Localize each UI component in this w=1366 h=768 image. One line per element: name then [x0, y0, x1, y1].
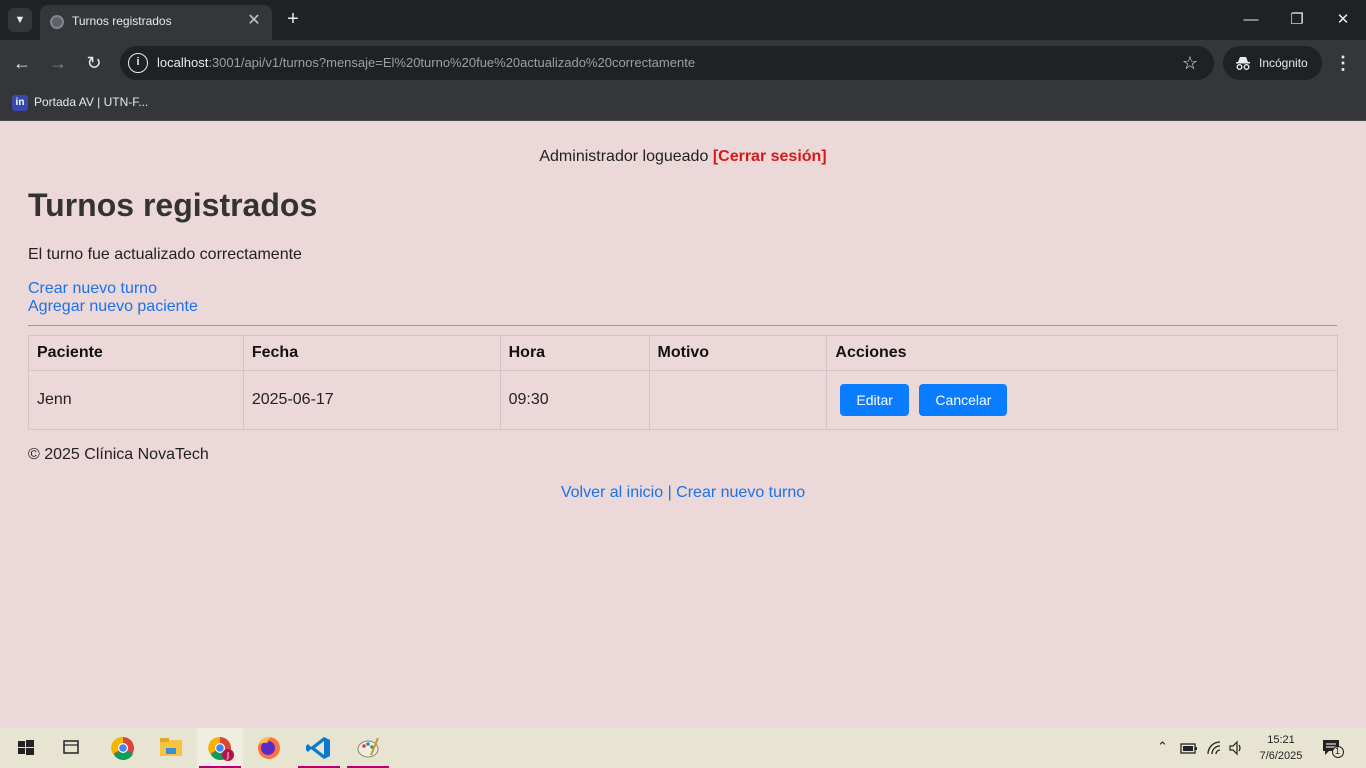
cell-motivo — [648, 370, 828, 430]
chrome-profile-icon[interactable]: J — [197, 728, 243, 768]
file-explorer-icon[interactable] — [148, 728, 194, 768]
cell-fecha: 2025-06-17 — [242, 370, 501, 430]
tab-search-chevron-icon[interactable]: ▼ — [8, 8, 32, 32]
tab-favicon-icon — [50, 15, 64, 29]
svg-text:J: J — [226, 751, 229, 760]
bottom-create-turn-link[interactable]: Crear nuevo turno — [676, 484, 805, 501]
tab-title: Turnos registrados — [72, 14, 172, 28]
footer-copyright: © 2025 Clínica NovaTech — [28, 446, 209, 463]
browser-toolbar: ← → ↻ i localhost:3001/api/v1/turnos?men… — [0, 40, 1366, 86]
address-bar[interactable]: i localhost:3001/api/v1/turnos?mensaje=E… — [120, 46, 1214, 80]
minimize-icon[interactable]: — — [1228, 0, 1274, 40]
admin-status-text: Administrador logueado — [539, 148, 709, 165]
volume-icon[interactable] — [1228, 740, 1244, 756]
bottom-links: Volver al inicio | Crear nuevo turno — [0, 484, 1366, 502]
start-icon[interactable] — [2, 728, 48, 768]
site-info-icon[interactable]: i — [128, 53, 148, 73]
notification-center-icon[interactable]: 1 — [1322, 738, 1344, 758]
url-path: :3001/api/v1/turnos?mensaje=El%20turno%2… — [208, 55, 696, 70]
battery-icon[interactable] — [1180, 741, 1198, 755]
create-turn-link[interactable]: Crear nuevo turno — [28, 280, 198, 298]
bookmark-label: Portada AV | UTN-F... — [34, 95, 149, 109]
table-row: Jenn 2025-06-17 09:30 Editar Cancelar — [28, 370, 1338, 430]
url-text[interactable]: localhost:3001/api/v1/turnos?mensaje=El%… — [157, 55, 695, 70]
system-clock[interactable]: 15:21 7/6/2025 — [1252, 732, 1310, 764]
logout-link[interactable]: [Cerrar sesión] — [713, 148, 827, 165]
browser-menu-icon[interactable]: ⋮ — [1332, 49, 1354, 77]
cancel-button[interactable]: Cancelar — [919, 384, 1008, 416]
reload-icon[interactable]: ↻ — [80, 49, 108, 77]
clock-date: 7/6/2025 — [1259, 750, 1303, 762]
clock-time: 15:21 — [1267, 734, 1295, 746]
wifi-icon[interactable] — [1206, 740, 1222, 756]
admin-status-bar: Administrador logueado [Cerrar sesión] — [0, 148, 1366, 166]
column-header-hora: Hora — [499, 335, 650, 371]
link-separator: | — [663, 484, 677, 501]
cell-paciente: Jenn — [28, 370, 244, 430]
page-title: Turnos registrados — [28, 187, 318, 223]
action-links: Crear nuevo turno Agregar nuevo paciente — [28, 280, 198, 316]
add-patient-link[interactable]: Agregar nuevo paciente — [28, 298, 198, 316]
notification-count: 1 — [1335, 746, 1341, 756]
home-link[interactable]: Volver al inicio — [561, 484, 663, 501]
column-header-paciente: Paciente — [28, 335, 244, 371]
forward-arrow-icon[interactable]: → — [44, 49, 72, 77]
column-header-acciones: Acciones — [826, 335, 1338, 371]
column-header-fecha: Fecha — [242, 335, 501, 371]
cell-acciones: Editar Cancelar — [826, 370, 1338, 430]
url-host: localhost — [157, 55, 209, 70]
table-header-row: Paciente Fecha Hora Motivo Acciones — [28, 335, 1338, 371]
incognito-icon — [1236, 57, 1250, 70]
browser-tab-strip: ▼ Turnos registrados ✕ + — ❐ ✕ — [0, 0, 1366, 40]
page-content: Administrador logueado [Cerrar sesión] T… — [0, 121, 1366, 728]
browser-tab[interactable]: Turnos registrados ✕ — [40, 5, 272, 40]
chrome-icon[interactable] — [100, 728, 146, 768]
incognito-indicator[interactable]: Incógnito — [1223, 46, 1322, 80]
firefox-icon[interactable] — [246, 728, 292, 768]
divider — [28, 325, 1337, 326]
bookmark-favicon-icon: in — [12, 95, 28, 111]
vscode-icon[interactable] — [296, 728, 342, 768]
task-view-icon[interactable] — [48, 728, 94, 768]
appointments-table: Paciente Fecha Hora Motivo Acciones Jenn… — [28, 335, 1338, 430]
new-tab-icon[interactable]: + — [282, 8, 304, 30]
tab-close-icon[interactable]: ✕ — [244, 11, 264, 31]
taskbar: J ⌃ 15:21 7/6/2025 1 — [0, 728, 1366, 768]
cell-hora: 09:30 — [499, 370, 650, 430]
column-header-motivo: Motivo — [648, 335, 828, 371]
bookmark-star-icon[interactable]: ☆ — [1182, 52, 1198, 74]
incognito-label: Incógnito — [1259, 56, 1308, 70]
restore-icon[interactable]: ❐ — [1274, 0, 1320, 40]
tray-chevron-icon[interactable]: ⌃ — [1157, 739, 1168, 755]
window-close-icon[interactable]: ✕ — [1320, 0, 1366, 40]
status-message: El turno fue actualizado correctamente — [28, 246, 302, 263]
bookmarks-bar: in Portada AV | UTN-F... — [0, 86, 1366, 121]
paint-icon[interactable] — [345, 728, 391, 768]
edit-button[interactable]: Editar — [840, 384, 909, 416]
back-arrow-icon[interactable]: ← — [8, 49, 36, 77]
